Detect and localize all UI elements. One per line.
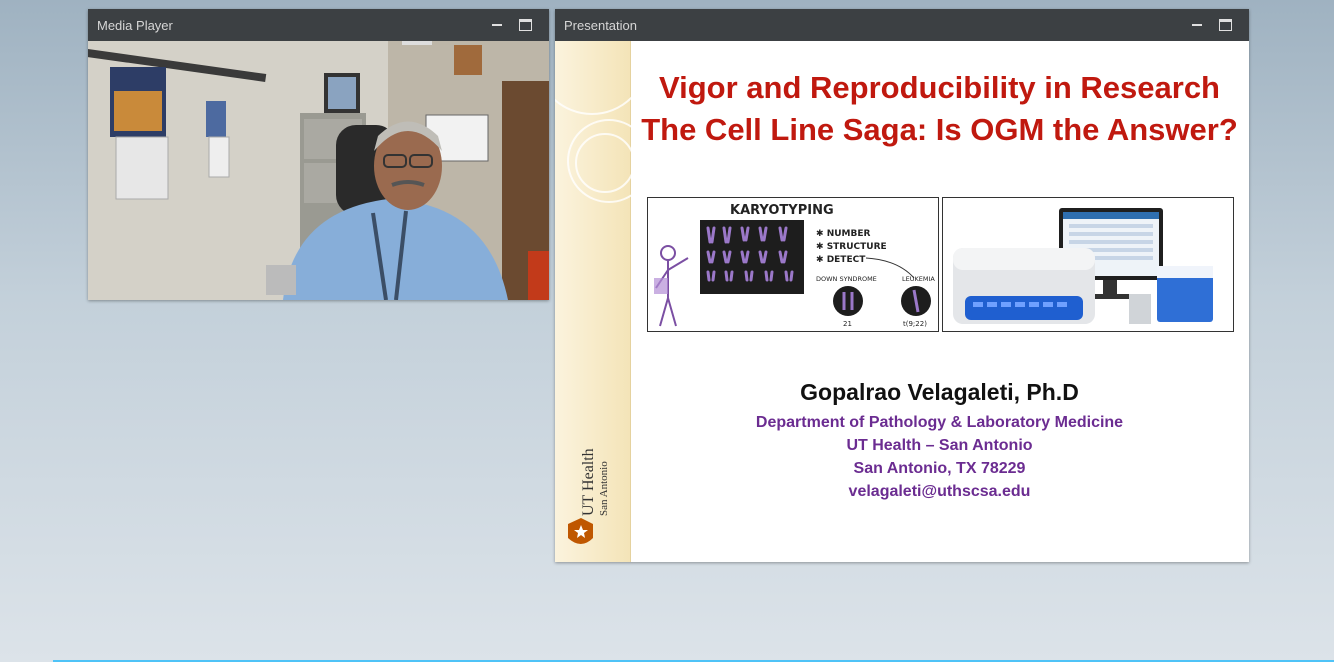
karyotyping-illustration: KARYOTYPING ✱ NUMBER ✱ STRUCTURE ✱ DETEC…: [647, 197, 939, 332]
media-player-title: Media Player: [97, 17, 173, 33]
svg-text:✱ NUMBER: ✱ NUMBER: [816, 229, 870, 239]
decorative-circle: [575, 133, 635, 193]
ut-health-logo: UT Health San Antonio: [568, 448, 610, 544]
svg-text:✱ DETECT: ✱ DETECT: [816, 255, 866, 265]
karyotype-bullet-detect: DETECT: [827, 255, 867, 265]
maximize-icon: [518, 19, 532, 31]
label-leukemia: LEUKEMIA: [902, 275, 935, 283]
maximize-icon: [1218, 19, 1232, 31]
karyotyping-heading: KARYOTYPING: [730, 203, 834, 218]
slide-title-line1: Vigor and Reproducibility in Research: [659, 70, 1220, 105]
label-t922: t(9;22): [903, 320, 927, 328]
ogm-instrument-photo: [942, 197, 1234, 332]
karyotype-bullet-number: NUMBER: [827, 229, 871, 239]
presentation-window: Presentation UT Health San Antonio Vigor…: [555, 9, 1249, 562]
video-feed: [88, 41, 549, 300]
slide-sidebar: UT Health San Antonio: [555, 41, 651, 562]
presenter-location: San Antonio, TX 78229: [853, 460, 1026, 477]
karyotype-diagram: KARYOTYPING ✱ NUMBER ✱ STRUCTURE ✱ DETEC…: [654, 203, 935, 328]
minimize-button[interactable]: [1183, 14, 1211, 36]
minimize-button[interactable]: [483, 14, 511, 36]
maximize-button[interactable]: [1211, 14, 1239, 36]
label-21: 21: [843, 320, 852, 328]
media-player-window: Media Player: [88, 9, 549, 300]
presenter-institution: UT Health – San Antonio: [846, 437, 1033, 454]
webcam-scene: [88, 41, 549, 300]
presenter-name: Gopalrao Velagaleti, Ph.D: [800, 379, 1079, 405]
presentation-title: Presentation: [564, 17, 637, 33]
presentation-titlebar[interactable]: Presentation: [555, 9, 1249, 41]
karyotype-bullet-structure: STRUCTURE: [827, 242, 887, 252]
ogm-instrument-illustration: [943, 198, 1233, 331]
maximize-button[interactable]: [511, 14, 539, 36]
presenter-department: Department of Pathology & Laboratory Med…: [755, 414, 1124, 431]
label-down-syndrome: DOWN SYNDROME: [816, 275, 877, 283]
slide-title-line2: The Cell Line Saga: Is OGM the Answer?: [641, 112, 1238, 147]
minimize-icon: [492, 24, 502, 26]
logo-text-san-antonio: San Antonio: [598, 461, 610, 516]
logo-text-ut-health: UT Health: [580, 448, 597, 516]
slide: UT Health San Antonio Vigor and Reproduc…: [555, 41, 1249, 562]
minimize-icon: [1192, 24, 1202, 26]
svg-text:✱ STRUCTURE: ✱ STRUCTURE: [816, 242, 887, 252]
presenter-email[interactable]: velagaleti@uthscsa.edu: [630, 483, 1249, 501]
media-player-titlebar[interactable]: Media Player: [88, 9, 549, 41]
